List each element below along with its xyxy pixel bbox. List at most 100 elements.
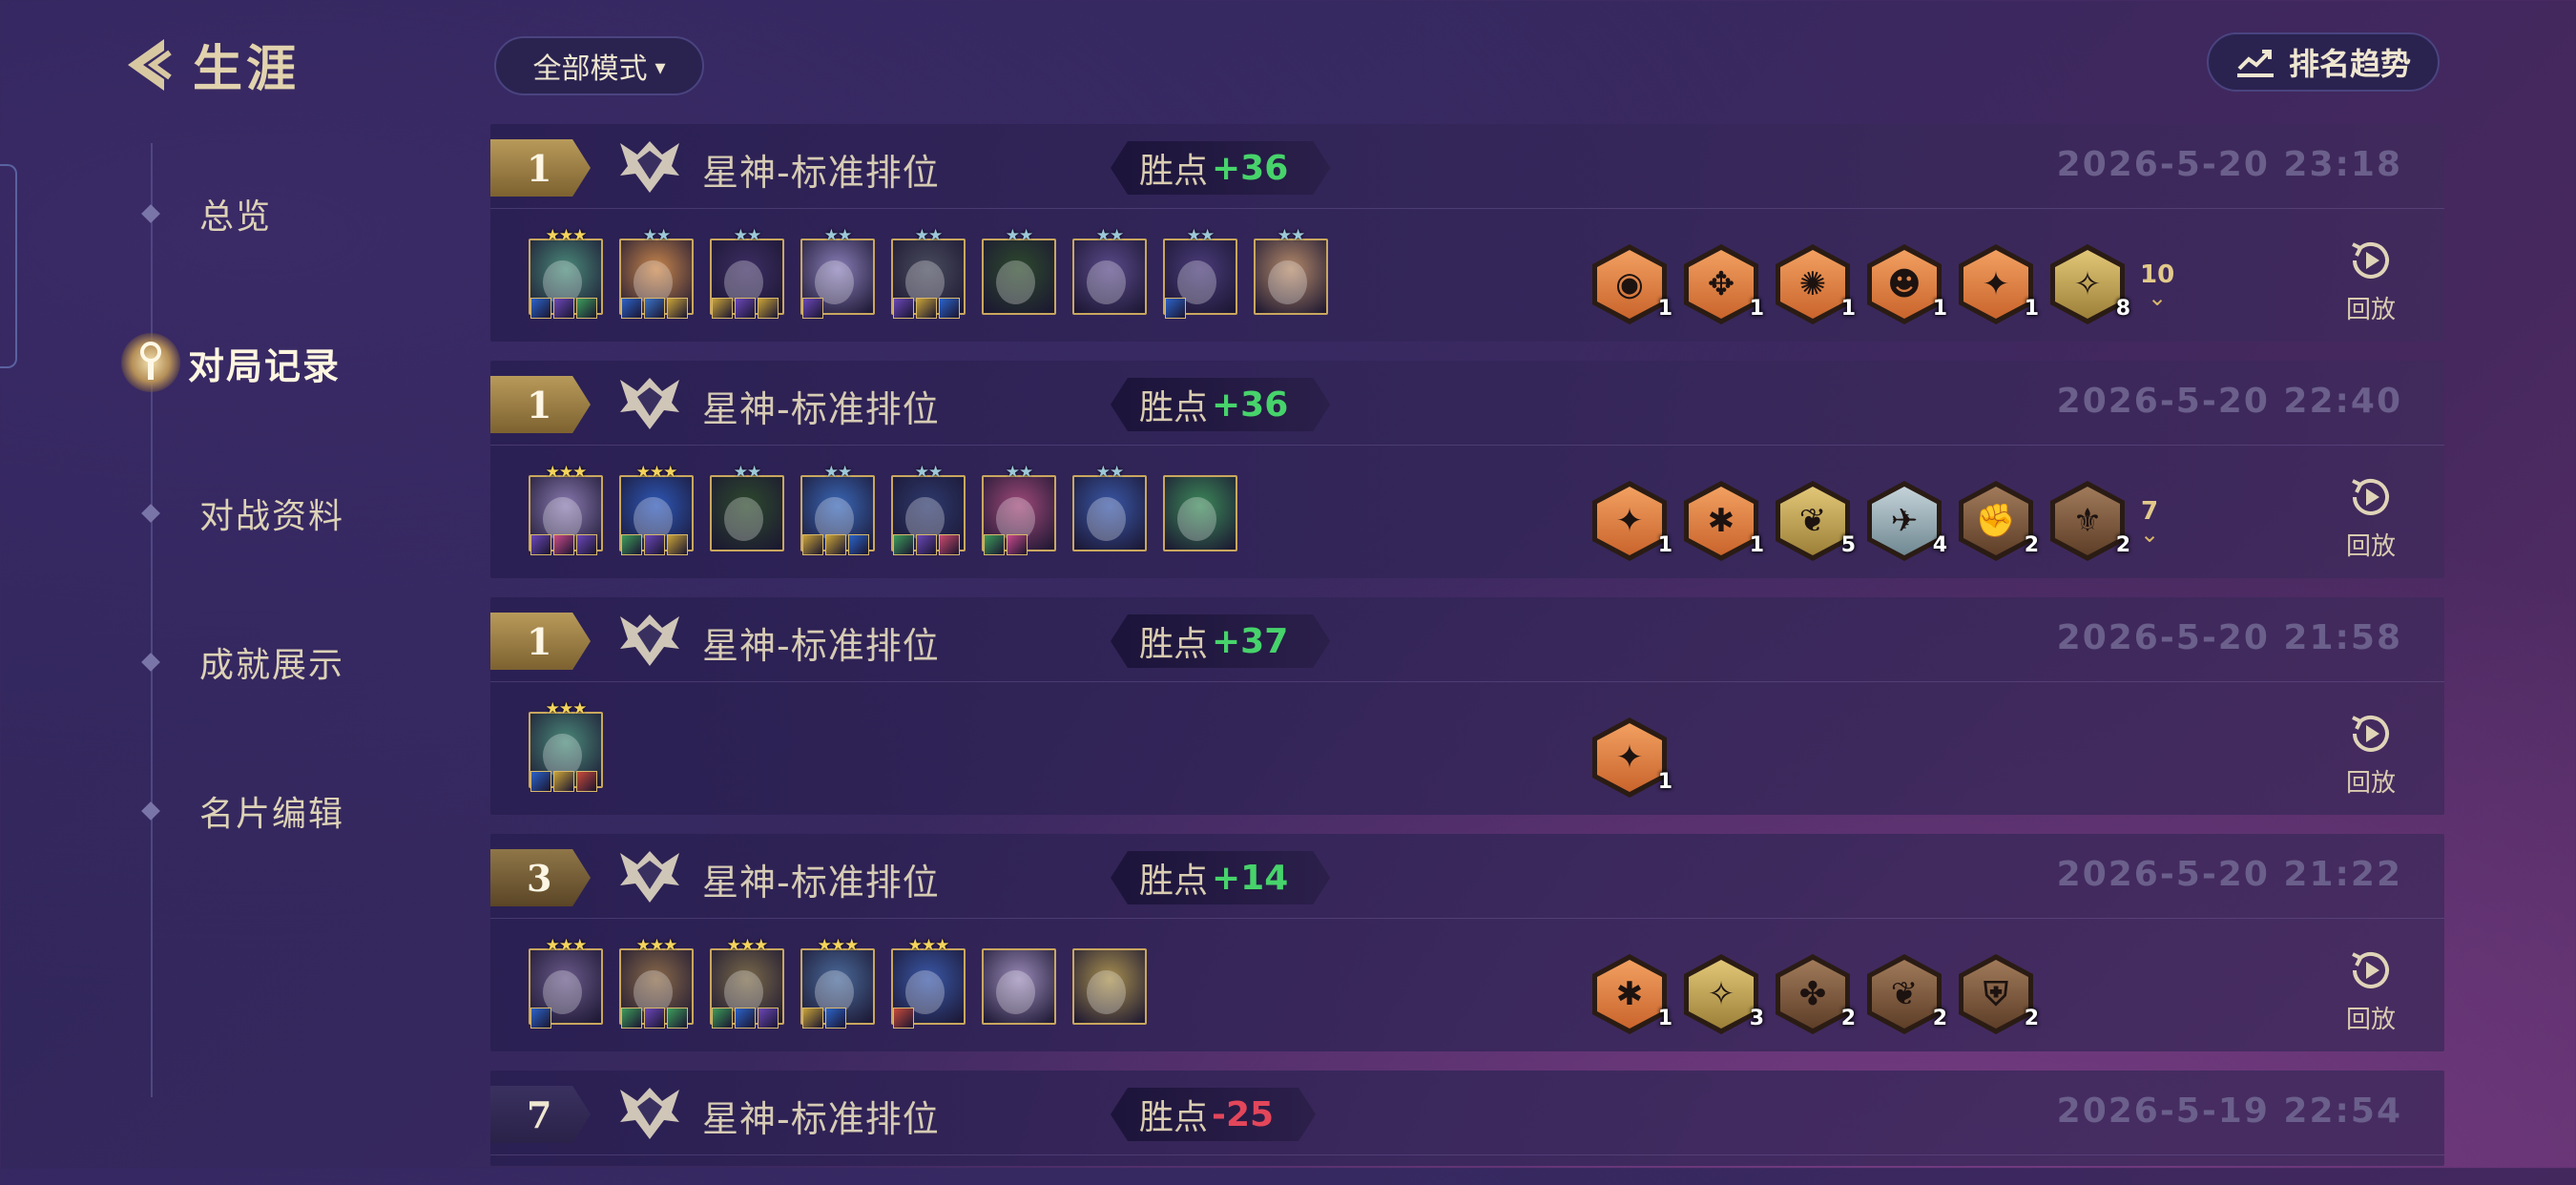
star-level: ★★: [1277, 226, 1305, 245]
item-icon: [576, 298, 597, 319]
side-panel-handle[interactable]: [0, 164, 17, 368]
nav-item-overview[interactable]: 总览: [129, 189, 272, 239]
champion-portrait[interactable]: [1072, 948, 1147, 1025]
item-slots: [621, 298, 688, 319]
champion-portrait[interactable]: ★★: [710, 464, 784, 551]
portrait-image: [1072, 239, 1147, 315]
lp-value: -25: [1212, 1094, 1275, 1134]
champion-portrait[interactable]: ★★: [1072, 464, 1147, 551]
trait-badge[interactable]: ✦ 1: [1959, 244, 2039, 324]
champion-portrait[interactable]: ★★: [891, 227, 966, 319]
replay-button[interactable]: 回放: [2345, 235, 2397, 325]
rank-trend-button[interactable]: 排名趋势: [2207, 32, 2440, 92]
trait-badge[interactable]: ☻ 1: [1867, 244, 1947, 324]
trait-badge[interactable]: ✱ 1: [1592, 954, 1672, 1034]
trait-icon: ❦: [1798, 502, 1827, 540]
star-level: ★★★: [635, 463, 678, 482]
trait-badge[interactable]: ✧ 3: [1684, 954, 1764, 1034]
item-icon: [621, 1008, 642, 1029]
trait-badge[interactable]: ✦ 1: [1592, 717, 1672, 798]
champion-portrait[interactable]: ★★★: [529, 227, 603, 319]
trait-badge[interactable]: ✧ 8: [2050, 244, 2130, 324]
lp-change-badge: 胜点 +36: [1111, 378, 1330, 431]
trait-badge[interactable]: ✺ 1: [1776, 244, 1856, 324]
nav-label: 总览: [199, 198, 273, 237]
trait-count: 8: [2115, 297, 2130, 321]
trait-badge[interactable]: ✦ 1: [1592, 481, 1672, 561]
item-icon: [893, 1008, 914, 1029]
trait-badge[interactable]: ✈ 4: [1867, 481, 1947, 561]
champion-portrait[interactable]: ★★: [800, 227, 875, 319]
mode-filter-dropdown[interactable]: 全部模式 ▾: [494, 36, 704, 95]
champion-portrait[interactable]: ★★★: [891, 937, 966, 1029]
match-card[interactable]: 3 星神-标准排位 胜点 +14 2026-5-20 21:22 ★★★ ★★★ ★★★ ★★★…: [490, 834, 2444, 1051]
match-card[interactable]: 7 星神-标准排位 胜点 -25 2026-5-19 22:54: [490, 1071, 2444, 1166]
champion-portrait[interactable]: ★★★: [529, 464, 603, 555]
champion-portrait[interactable]: ★★★: [619, 464, 694, 555]
double-chevron-icon: ⌄: [2148, 284, 2168, 311]
unit-list: ★★★: [529, 700, 603, 792]
nav-label: 对战资料: [199, 497, 345, 536]
placement-badge: 7: [490, 1086, 591, 1143]
trait-badge[interactable]: ✥ 1: [1684, 244, 1764, 324]
champion-portrait[interactable]: ★★: [619, 227, 694, 319]
item-slots: [893, 1008, 914, 1029]
lp-label: 胜点: [1139, 152, 1209, 191]
champion-portrait[interactable]: ★★★: [800, 937, 875, 1029]
more-traits-toggle[interactable]: 10 ⌄: [2140, 261, 2174, 311]
trait-list: ✦ 1: [1592, 717, 1672, 798]
item-slots: [530, 298, 597, 319]
item-icon: [916, 534, 937, 555]
trait-badge[interactable]: ❦ 5: [1776, 481, 1856, 561]
champion-portrait[interactable]: ★★: [982, 464, 1056, 555]
champion-portrait[interactable]: ★★: [1163, 227, 1237, 319]
item-icon: [576, 771, 597, 792]
nav-item-battle-data[interactable]: 对战资料: [129, 489, 344, 538]
trait-badge[interactable]: ❦ 2: [1867, 954, 1947, 1034]
more-traits-toggle[interactable]: 7 ⌄: [2140, 498, 2159, 546]
lp-value: +14: [1212, 858, 1289, 898]
back-button[interactable]: 生涯: [114, 29, 300, 100]
nav-item-match-history[interactable]: 对局记录: [121, 333, 341, 392]
item-slots: [893, 298, 960, 319]
match-header: 1 星神-标准排位 胜点 +36 2026-5-20 23:18: [490, 124, 2444, 209]
item-slots: [530, 534, 597, 555]
chevron-down-icon: ▾: [654, 55, 666, 80]
lp-value: +37: [1212, 621, 1289, 661]
trait-badge[interactable]: ✤ 2: [1776, 954, 1856, 1034]
item-icon: [712, 1008, 733, 1029]
match-card[interactable]: 1 星神-标准排位 胜点 +36 2026-5-20 22:40 ★★★ ★★★ ★★ ★★ ★★…: [490, 361, 2444, 578]
champion-portrait[interactable]: ★★★: [529, 700, 603, 792]
champion-portrait[interactable]: ★★: [1254, 227, 1328, 315]
placement-badge: 1: [490, 376, 591, 433]
replay-button[interactable]: 回放: [2345, 945, 2397, 1035]
replay-button[interactable]: 回放: [2345, 708, 2397, 799]
champion-portrait[interactable]: ★★: [891, 464, 966, 555]
match-card[interactable]: 1 星神-标准排位 胜点 +37 2026-5-20 21:58 ★★★ ✦ 1 回放: [490, 597, 2444, 815]
champion-portrait[interactable]: ★★★: [710, 937, 784, 1029]
trait-badge[interactable]: ✱ 1: [1684, 481, 1764, 561]
star-level: ★★★: [545, 936, 588, 955]
nav-item-card-edit[interactable]: 名片编辑: [129, 786, 344, 836]
match-card[interactable]: 1 星神-标准排位 胜点 +36 2026-5-20 23:18 ★★★ ★★ ★★ ★★ ★★ ★…: [490, 124, 2444, 342]
replay-button[interactable]: 回放: [2345, 471, 2397, 562]
champion-portrait[interactable]: ★★: [800, 464, 875, 555]
champion-portrait[interactable]: [1163, 475, 1237, 551]
champion-portrait[interactable]: ★★: [710, 227, 784, 319]
item-slots: [984, 534, 1028, 555]
champion-portrait[interactable]: ★★: [982, 227, 1056, 315]
champion-portrait[interactable]: ★★: [1072, 227, 1147, 315]
champion-portrait[interactable]: [982, 948, 1056, 1025]
trait-badge[interactable]: ⚜ 2: [2050, 481, 2130, 561]
replay-icon: [2352, 479, 2389, 515]
champion-portrait[interactable]: ★★★: [619, 937, 694, 1029]
trait-badge[interactable]: ⛨ 2: [1959, 954, 2039, 1034]
champion-portrait[interactable]: ★★★: [529, 937, 603, 1029]
match-header: 1 星神-标准排位 胜点 +36 2026-5-20 22:40: [490, 361, 2444, 446]
trait-badge[interactable]: ◉ 1: [1592, 244, 1672, 324]
trait-badge[interactable]: ✊ 2: [1959, 481, 2039, 561]
portrait-highlight: [996, 260, 1035, 304]
match-date: 2026-5-20 21:58: [2056, 618, 2402, 657]
mode-name: 星神-标准排位: [702, 388, 940, 430]
nav-item-achievements[interactable]: 成就展示: [129, 637, 344, 687]
